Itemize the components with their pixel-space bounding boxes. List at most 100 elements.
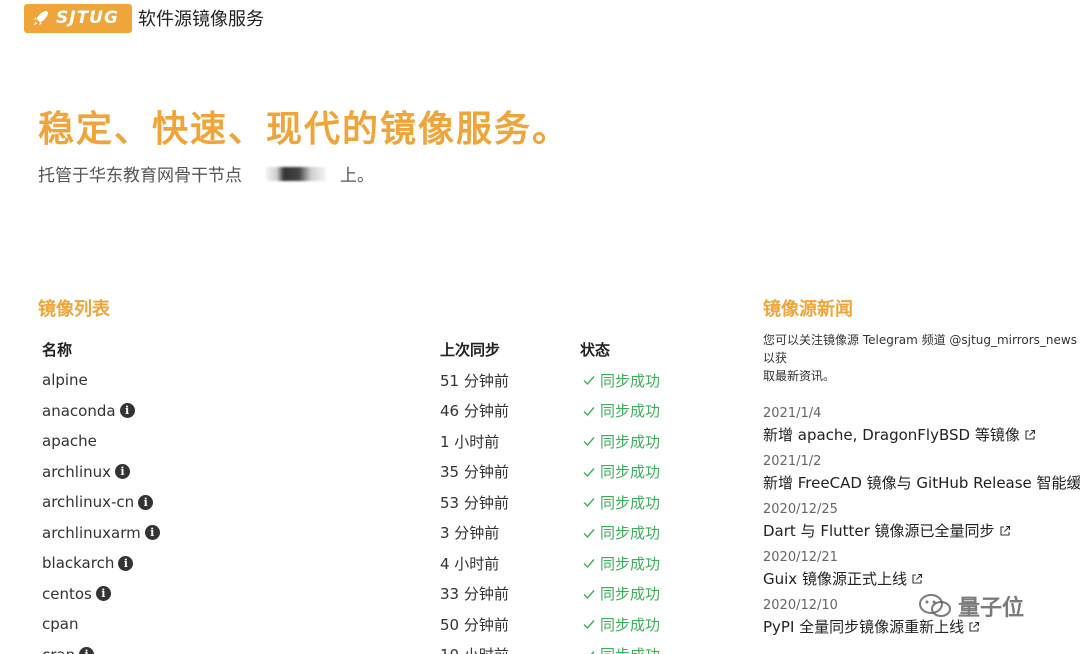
- table-row: cpan 50 分钟前 同步成功: [42, 609, 718, 640]
- external-link-icon[interactable]: [968, 621, 980, 633]
- wechat-icon: [919, 594, 951, 617]
- status-text: 同步成功: [600, 644, 660, 654]
- news-title: 镜像源新闻: [763, 299, 853, 320]
- mirror-name-cell: crani: [42, 646, 440, 654]
- external-link-icon[interactable]: [999, 525, 1011, 537]
- news-date: 2021/1/2: [763, 454, 822, 469]
- brand-text: SJTUG: [56, 8, 119, 28]
- last-sync-cell: 35 分钟前: [440, 463, 509, 482]
- news-link-text[interactable]: 新增 apache, DragonFlyBSD 等镜像: [763, 426, 1020, 444]
- table-row: anaconda i 46 分钟前 同步成功: [42, 396, 718, 427]
- check-icon: [583, 437, 595, 447]
- mirror-name-link[interactable]: apache: [42, 432, 97, 450]
- mirror-list-section: 镜像列表 名称 上次同步 状态 alpine 51 分钟前 同步成功 anaco…: [38, 295, 718, 654]
- mirror-name-link[interactable]: archlinuxarm: [42, 524, 141, 542]
- news-link[interactable]: 新增 FreeCAD 镜像与 GitHub Release 智能缓存: [763, 471, 1080, 495]
- status-text: 同步成功: [600, 524, 661, 543]
- external-link-icon[interactable]: [1024, 429, 1036, 441]
- sjtug-logo[interactable]: SJTUG: [24, 3, 132, 33]
- mirror-name-cell: anaconda i: [42, 402, 440, 420]
- last-sync-cell: 4 小时前: [440, 554, 500, 573]
- mirror-name-link[interactable]: anaconda: [42, 402, 116, 420]
- header: SJTUG 软件源镜像服务: [24, 3, 264, 33]
- hero-subtitle-prefix: 托管于华东教育网骨干节点: [38, 166, 242, 186]
- info-icon[interactable]: i: [79, 647, 95, 654]
- news-link[interactable]: Guix 镜像源正式上线: [763, 567, 1080, 591]
- status-cell: 同步成功: [580, 461, 660, 482]
- status-cell: 同步成功: [580, 492, 660, 513]
- last-sync-cell: 10 小时前: [440, 644, 580, 654]
- table-header-row: 名称 上次同步 状态: [42, 333, 718, 365]
- mirror-name-link[interactable]: cran: [42, 646, 75, 654]
- last-sync-cell: 33 分钟前: [440, 585, 509, 604]
- table-row: archlinux-cn i 53 分钟前 同步成功: [42, 487, 718, 518]
- mirror-name-cell: archlinux i: [42, 463, 440, 481]
- news-item: 2020/12/25 Dart 与 Flutter 镜像源已全量同步: [763, 501, 1080, 543]
- status-cell: 同步成功: [580, 431, 660, 452]
- status-cell: 同步成功: [580, 522, 660, 543]
- rocket-icon: [33, 10, 49, 26]
- news-link-text[interactable]: Dart 与 Flutter 镜像源已全量同步: [763, 522, 995, 540]
- table-row: alpine 51 分钟前 同步成功: [42, 365, 718, 396]
- status-cell: 同步成功: [580, 614, 660, 635]
- mirror-name-cell: blackarch i: [42, 554, 440, 572]
- mirror-name-cell: archlinux-cn i: [42, 493, 440, 511]
- info-icon[interactable]: i: [115, 464, 131, 480]
- last-sync-cell: 51 分钟前: [440, 371, 509, 390]
- news-item: 2021/1/2 新增 FreeCAD 镜像与 GitHub Release 智…: [763, 453, 1080, 495]
- news-link-text[interactable]: 新增 FreeCAD 镜像与 GitHub Release 智能缓存: [763, 474, 1080, 492]
- mirror-name-link[interactable]: blackarch: [42, 554, 114, 572]
- status-text: 同步成功: [600, 432, 661, 451]
- info-icon[interactable]: i: [95, 586, 111, 602]
- watermark-text: 量子位: [958, 596, 1025, 621]
- info-icon[interactable]: i: [138, 494, 154, 510]
- info-icon[interactable]: i: [119, 403, 135, 419]
- table-row: centos i 33 分钟前 同步成功: [42, 579, 718, 610]
- check-icon: [583, 589, 595, 599]
- last-sync-cell: 1 小时前: [440, 432, 500, 451]
- mirror-name-cell: archlinuxarm i: [42, 524, 440, 542]
- mirror-name-cell: cpan: [42, 615, 440, 633]
- last-sync-cell: 53 分钟前: [440, 493, 509, 512]
- external-link-icon[interactable]: [911, 573, 923, 585]
- table-row: apache 1 小时前 同步成功: [42, 426, 718, 457]
- check-icon: [590, 650, 595, 654]
- column-header-last-sync[interactable]: 上次同步: [440, 339, 580, 360]
- info-icon[interactable]: i: [144, 525, 160, 541]
- status-text: 同步成功: [600, 585, 661, 604]
- news-link-text[interactable]: Guix 镜像源正式上线: [763, 570, 907, 588]
- check-icon: [583, 620, 595, 630]
- site-title[interactable]: 软件源镜像服务: [138, 5, 264, 31]
- status-text: 同步成功: [600, 402, 661, 421]
- column-header-status[interactable]: 状态: [580, 339, 610, 360]
- check-icon: [583, 467, 595, 477]
- mirror-name-link[interactable]: alpine: [42, 371, 88, 389]
- status-cell: 同步成功: [580, 583, 660, 604]
- last-sync-cell: 50 分钟前: [440, 615, 509, 634]
- news-link[interactable]: Dart 与 Flutter 镜像源已全量同步: [763, 519, 1080, 543]
- mirror-name-link[interactable]: archlinux: [42, 463, 111, 481]
- last-sync-cell: 3 分钟前: [440, 524, 500, 543]
- news-date: 2021/1/4: [763, 406, 822, 421]
- hero: 稳定、快速、现代的镜像服务。 托管于华东教育网骨干节点 上。: [38, 108, 570, 186]
- news-date: 2020/12/25: [763, 502, 838, 517]
- status-text: 同步成功: [600, 463, 661, 482]
- mirror-name-link[interactable]: archlinux-cn: [42, 493, 134, 511]
- mirror-rows: alpine 51 分钟前 同步成功 anaconda i 46 分钟前 同步成功…: [42, 365, 718, 654]
- check-icon: [583, 406, 595, 416]
- column-header-name[interactable]: 名称: [42, 339, 440, 360]
- mirror-name-cell: centos i: [42, 585, 440, 603]
- mirror-name-link[interactable]: cpan: [42, 615, 78, 633]
- news-link[interactable]: 新增 apache, DragonFlyBSD 等镜像: [763, 423, 1080, 447]
- status-cell: 同步成功: [580, 644, 660, 654]
- status-cell: 同步成功: [580, 553, 660, 574]
- mirror-name-link[interactable]: centos: [42, 585, 92, 603]
- table-row: archlinuxarm i 3 分钟前 同步成功: [42, 518, 718, 549]
- watermark: 量子位: [918, 590, 1024, 622]
- news-item: 2021/1/4 新增 apache, DragonFlyBSD 等镜像: [763, 405, 1080, 447]
- hero-subtitle: 托管于华东教育网骨干节点 上。: [38, 161, 570, 186]
- info-icon[interactable]: i: [118, 555, 134, 571]
- check-icon: [583, 376, 595, 386]
- check-icon: [583, 498, 595, 508]
- table-row: archlinux i 35 分钟前 同步成功: [42, 457, 718, 488]
